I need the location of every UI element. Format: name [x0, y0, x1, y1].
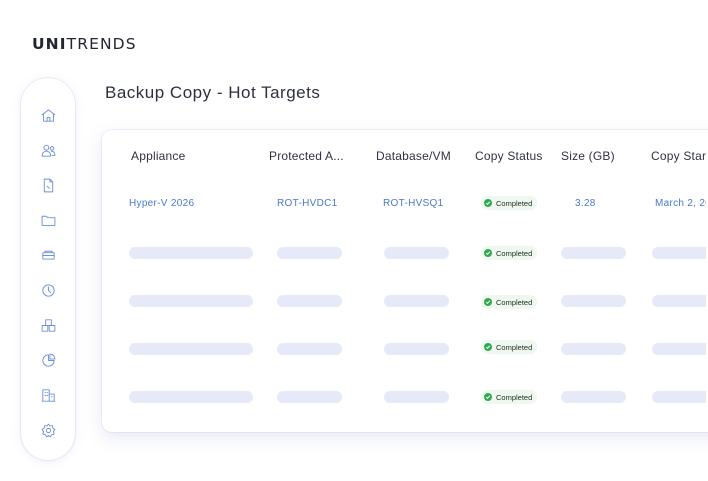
status-badge: Completed	[481, 390, 538, 404]
boxes-icon	[41, 318, 55, 332]
skeleton-bar	[384, 391, 449, 403]
column-header-database-vm[interactable]: Database/VM	[376, 149, 451, 163]
cell-size[interactable]: 3.28	[575, 198, 596, 209]
sidebar-item-home[interactable]	[36, 103, 60, 127]
gear-icon	[41, 423, 55, 437]
cell-database-vm[interactable]: ROT-HVSQ1	[383, 198, 444, 209]
users-icon	[41, 144, 55, 157]
skeleton-bar	[129, 391, 253, 403]
sidebar-item-analytics[interactable]	[36, 348, 60, 372]
sidebar-item-packages[interactable]	[36, 313, 60, 337]
skeleton-bar	[652, 343, 708, 355]
check-circle-icon	[484, 249, 492, 257]
status-text: Completed	[496, 248, 533, 258]
column-header-size[interactable]: Size (GB)	[561, 149, 615, 163]
status-badge: Completed	[481, 196, 538, 210]
sidebar-item-history[interactable]	[36, 278, 60, 302]
status-text: Completed	[496, 342, 533, 352]
skeleton-bar	[277, 391, 342, 403]
status-badge: Completed	[481, 340, 538, 354]
unitrends-logo: UNITRENDS	[32, 35, 137, 53]
check-circle-icon	[484, 199, 492, 207]
skeleton-bar	[561, 247, 626, 259]
check-circle-icon	[484, 298, 492, 306]
skeleton-bar	[129, 343, 253, 355]
skeleton-bar	[277, 247, 342, 259]
skeleton-bar	[561, 343, 626, 355]
status-text: Completed	[496, 297, 533, 307]
sidebar-item-reports[interactable]	[36, 173, 60, 197]
clock-icon	[41, 283, 55, 297]
status-text: Completed	[496, 392, 533, 402]
storage-icon	[41, 250, 55, 260]
status-badge: Completed	[481, 295, 538, 309]
status-badge: Completed	[481, 246, 538, 260]
pie-chart-icon	[41, 353, 55, 367]
skeleton-bar	[561, 391, 626, 403]
skeleton-bar	[277, 343, 342, 355]
cell-copy-start[interactable]: March 2, 20	[655, 198, 708, 209]
column-header-copy-status[interactable]: Copy Status	[475, 149, 543, 163]
skeleton-bar	[129, 295, 253, 307]
logo-text-strong: UNI	[32, 35, 67, 53]
check-circle-icon	[484, 393, 492, 401]
skeleton-bar	[384, 295, 449, 307]
check-circle-icon	[484, 343, 492, 351]
folder-icon	[41, 215, 55, 226]
sidebar-item-organization[interactable]	[36, 383, 60, 407]
skeleton-bar	[561, 295, 626, 307]
status-text: Completed	[496, 198, 533, 208]
skeleton-bar	[384, 247, 449, 259]
skeleton-bar	[277, 295, 342, 307]
document-icon	[43, 178, 53, 192]
sidebar-item-storage[interactable]	[36, 243, 60, 267]
page-title: Backup Copy - Hot Targets	[105, 83, 321, 102]
cell-protected-asset[interactable]: ROT-HVDC1	[277, 198, 337, 209]
column-header-appliance[interactable]: Appliance	[131, 149, 186, 163]
skeleton-bar	[652, 295, 708, 307]
sidebar-item-users[interactable]	[36, 138, 60, 162]
skeleton-bar	[129, 247, 253, 259]
backup-copy-table: Appliance Protected A... Database/VM Cop…	[102, 130, 708, 432]
skeleton-bar	[652, 391, 708, 403]
cell-appliance[interactable]: Hyper-V 2026	[129, 198, 194, 209]
building-icon	[41, 388, 55, 402]
column-header-copy-start[interactable]: Copy Start	[651, 149, 708, 163]
skeleton-bar	[384, 343, 449, 355]
column-header-protected-asset[interactable]: Protected A...	[269, 149, 344, 163]
home-icon	[41, 108, 55, 122]
sidebar	[21, 78, 75, 460]
logo-text-light: TRENDS	[66, 35, 137, 53]
skeleton-bar	[652, 247, 708, 259]
sidebar-item-files[interactable]	[36, 208, 60, 232]
sidebar-item-settings[interactable]	[36, 418, 60, 442]
